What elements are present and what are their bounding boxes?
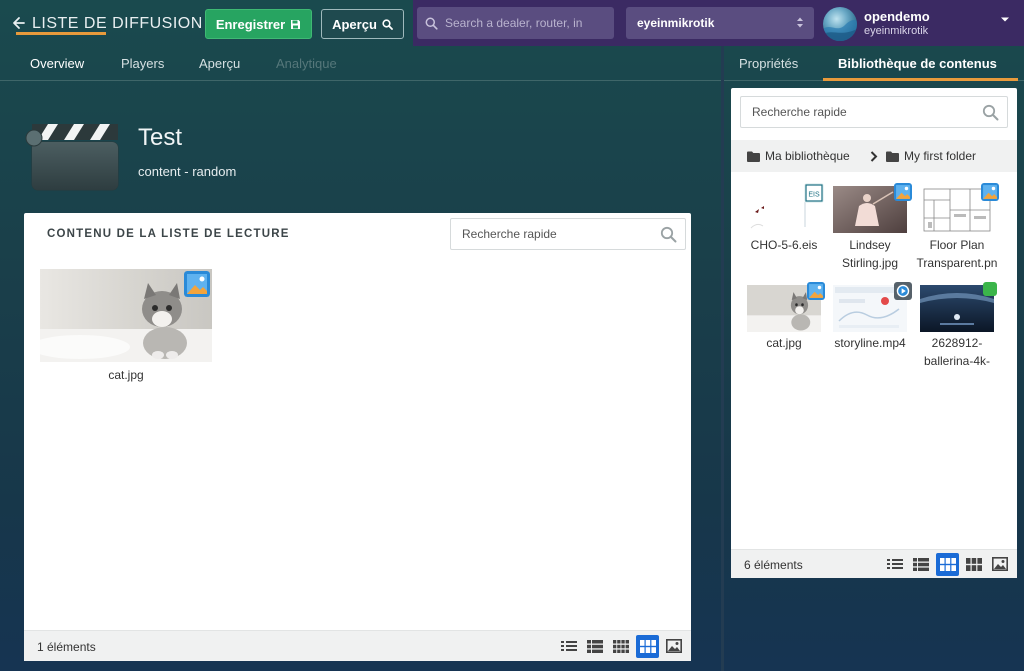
image-badge-icon — [981, 183, 999, 201]
user-name[interactable]: opendemo — [864, 9, 930, 24]
detail-list-icon[interactable] — [912, 555, 930, 573]
organization-select[interactable]: eyeinmikrotik — [626, 7, 814, 39]
image-badge-icon — [894, 183, 912, 201]
chevron-right-icon — [870, 151, 878, 162]
list-view-icon[interactable] — [886, 555, 904, 573]
library-item-caption: Floor Plan Transparent.pn — [916, 238, 998, 270]
breadcrumb-root-label: Ma bibliothèque — [765, 149, 850, 163]
svg-text:EIS: EIS — [808, 192, 820, 199]
library-item-caption: 2628912- ballerina-4k- — [923, 336, 991, 368]
tab-bibliotheque[interactable]: Bibliothèque de contenus — [838, 56, 997, 71]
small-grid-icon[interactable] — [612, 637, 630, 655]
breadcrumb-current[interactable]: My first folder — [886, 149, 976, 163]
tab-proprietes[interactable]: Propriétés — [739, 56, 798, 71]
library-item-caption: cat.jpg — [766, 336, 802, 350]
user-caret-icon[interactable] — [1000, 16, 1010, 23]
tab-analytique: Analytique — [276, 56, 337, 71]
active-side-tab-underline — [823, 78, 1018, 81]
library-item-caption: CHO-5-6.eis — [750, 238, 818, 252]
page-title: LISTE DE DIFFUSION — [32, 15, 203, 32]
save-button-label: Enregistrer — [215, 16, 286, 32]
back-arrow-icon[interactable] — [12, 14, 26, 32]
medium-grid-icon[interactable] — [636, 635, 659, 658]
dealer-search-input[interactable] — [445, 16, 610, 30]
medium-grid-icon[interactable] — [936, 553, 959, 576]
preview-button[interactable]: Aperçu — [321, 9, 404, 39]
breadcrumb-root[interactable]: Ma bibliothèque — [747, 149, 850, 163]
playlist-content-heading: CONTENU DE LA LISTE DE LECTURE — [47, 228, 290, 240]
save-button[interactable]: Enregistrer — [205, 9, 312, 39]
library-quick-search[interactable] — [740, 96, 1008, 128]
playlist-quick-search[interactable] — [450, 218, 686, 250]
folder-icon — [747, 151, 760, 162]
playlist-subtitle: content - random — [138, 164, 237, 179]
image-badge-icon — [184, 271, 210, 297]
playlist-item-caption: cat.jpg — [108, 368, 144, 382]
search-icon — [425, 17, 438, 30]
detail-list-icon[interactable] — [586, 637, 604, 655]
dealer-search-field[interactable] — [417, 7, 614, 39]
organization-select-value: eyeinmikrotik — [637, 16, 715, 30]
playlist-search-input[interactable] — [462, 227, 642, 241]
avatar[interactable] — [823, 7, 857, 41]
status-badge — [983, 282, 997, 296]
playlist-item-count: 1 éléments — [37, 640, 96, 654]
large-image-icon[interactable] — [665, 637, 683, 655]
library-search-input[interactable] — [752, 105, 932, 119]
avatar-image — [823, 20, 857, 41]
active-tab-underline — [16, 32, 106, 35]
user-organization: eyeinmikrotik — [864, 25, 929, 37]
library-item-count: 6 éléments — [744, 558, 803, 572]
tab-overview[interactable]: Overview — [30, 56, 84, 71]
list-view-icon[interactable] — [560, 637, 578, 655]
small-grid-icon[interactable] — [965, 555, 983, 573]
search-icon — [382, 18, 393, 30]
main-tab-bar — [0, 46, 722, 81]
search-icon — [982, 104, 999, 121]
clapperboard-icon — [25, 124, 119, 191]
library-item-caption: storyline.mp4 — [834, 336, 906, 350]
tab-apercu[interactable]: Aperçu — [199, 56, 240, 71]
preview-button-label: Aperçu — [332, 16, 377, 32]
panel-divider[interactable] — [721, 46, 724, 671]
playlist-name[interactable]: Test — [138, 124, 182, 152]
breadcrumb-current-label: My first folder — [904, 149, 977, 163]
floppy-icon — [291, 19, 301, 29]
top-bar: LISTE DE DIFFUSION Enregistrer Aperçu ey… — [0, 0, 1024, 46]
eis-badge-icon: EIS — [804, 183, 824, 203]
large-image-icon[interactable] — [991, 555, 1009, 573]
folder-icon — [886, 151, 899, 162]
tab-players[interactable]: Players — [121, 56, 164, 71]
select-caret-icon — [797, 17, 803, 28]
library-item-caption: Lindsey Stirling.jpg — [841, 238, 899, 270]
search-icon — [660, 226, 677, 243]
image-badge-icon — [807, 282, 825, 300]
video-badge-icon — [894, 282, 912, 300]
